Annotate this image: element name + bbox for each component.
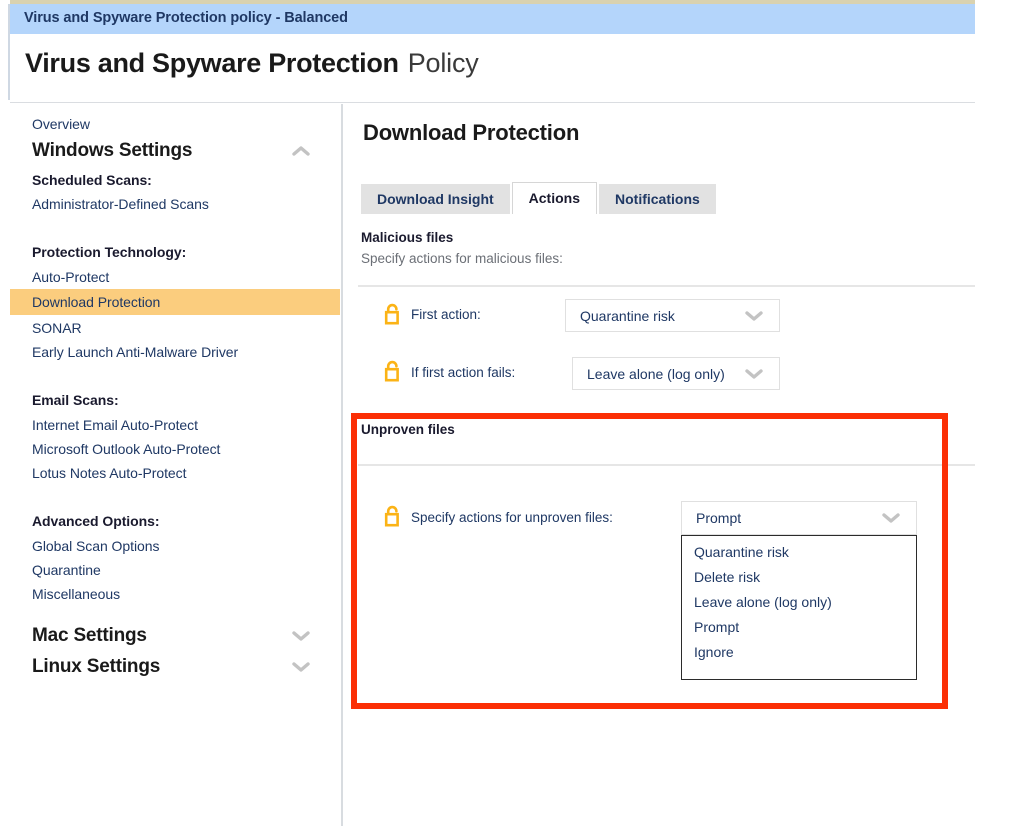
sidebar-group-scheduled-scans: Scheduled Scans: [10, 168, 340, 192]
sidebar-item-internet-email-auto-protect[interactable]: Internet Email Auto-Protect [10, 413, 340, 437]
chevron-down-icon[interactable] [290, 660, 312, 674]
sidebar-group-email-scans: Email Scans: [10, 388, 340, 412]
malicious-section-rule [358, 285, 975, 287]
policy-editor-window: Virus and Spyware Protection policy - Ba… [0, 0, 1016, 840]
sidebar-item-label: Miscellaneous [32, 586, 120, 602]
sidebar-item-miscellaneous[interactable]: Miscellaneous [10, 582, 340, 606]
unproven-action-label: Specify actions for unproven files: [411, 510, 613, 525]
page-title-secondary: Policy [408, 48, 479, 78]
sidebar-group-label: Advanced Options: [32, 513, 160, 529]
unproven-action-option-list[interactable]: Quarantine risk Delete risk Leave alone … [681, 535, 917, 680]
option-item[interactable]: Ignore [682, 640, 916, 665]
page-title: Virus and Spyware Protection Policy [25, 48, 479, 79]
sidebar-section-label: Linux Settings [32, 656, 160, 678]
first-action-dropdown[interactable]: Quarantine risk [565, 299, 780, 332]
sidebar-section-label: Mac Settings [32, 625, 147, 647]
unlocked-padlock-icon [383, 505, 403, 527]
sidebar-group-advanced-options: Advanced Options: [10, 509, 340, 533]
sidebar-item-download-protection[interactable]: Download Protection [10, 289, 340, 315]
unproven-section-rule [358, 464, 975, 466]
sidebar-section-windows-settings[interactable]: Windows Settings [10, 136, 340, 166]
unlocked-padlock-icon [383, 303, 403, 325]
sidebar-item-microsoft-outlook-auto-protect[interactable]: Microsoft Outlook Auto-Protect [10, 437, 340, 461]
option-item[interactable]: Delete risk [682, 565, 916, 590]
sidebar-item-label: Global Scan Options [32, 538, 159, 554]
sidebar-item-label: Lotus Notes Auto-Protect [32, 465, 186, 481]
first-action-label: First action: [411, 307, 481, 322]
option-item[interactable]: Quarantine risk [682, 540, 916, 565]
sidebar-item-lotus-notes-auto-protect[interactable]: Lotus Notes Auto-Protect [10, 461, 340, 485]
sidebar-item-label: Microsoft Outlook Auto-Protect [32, 441, 220, 457]
first-action-value: Quarantine risk [580, 308, 743, 324]
sidebar-item-overview[interactable]: Overview [10, 112, 340, 136]
tab-bar: Download Insight Actions Notifications [361, 182, 718, 214]
fallback-action-value: Leave alone (log only) [587, 366, 743, 382]
sidebar-item-label: Administrator-Defined Scans [32, 196, 209, 212]
sidebar-item-label: Auto-Protect [32, 269, 109, 285]
sidebar-group-label: Scheduled Scans: [32, 172, 152, 188]
chevron-down-icon[interactable] [743, 367, 765, 381]
header-divider [10, 102, 975, 103]
sidebar-group-label: Protection Technology: [32, 244, 186, 260]
option-item[interactable]: Leave alone (log only) [682, 590, 916, 615]
sidebar-item-label: Overview [32, 116, 90, 132]
sidebar-item-administrator-defined-scans[interactable]: Administrator-Defined Scans [10, 192, 340, 216]
unproven-files-heading: Unproven files [361, 422, 455, 437]
option-item[interactable]: Prompt [682, 615, 916, 640]
malicious-files-heading: Malicious files [361, 230, 453, 245]
policy-title-bar: Virus and Spyware Protection policy - Ba… [10, 4, 975, 34]
tab-actions[interactable]: Actions [512, 182, 597, 214]
chevron-down-icon[interactable] [290, 629, 312, 643]
sidebar-item-quarantine[interactable]: Quarantine [10, 558, 340, 582]
sidebar-item-label: Early Launch Anti-Malware Driver [32, 344, 238, 360]
sidebar-section-label: Windows Settings [32, 140, 192, 162]
sidebar-item-early-launch-anti-malware-driver[interactable]: Early Launch Anti-Malware Driver [10, 340, 340, 364]
sidebar-group-label: Email Scans: [32, 392, 119, 408]
sidebar-section-linux-settings[interactable]: Linux Settings [10, 652, 340, 682]
fallback-action-label: If first action fails: [411, 365, 515, 380]
sidebar-item-auto-protect[interactable]: Auto-Protect [10, 265, 340, 289]
fallback-action-dropdown[interactable]: Leave alone (log only) [572, 357, 780, 390]
sidebar-section-mac-settings[interactable]: Mac Settings [10, 621, 340, 651]
chevron-up-icon[interactable] [290, 144, 312, 158]
sidebar-item-label: Internet Email Auto-Protect [32, 417, 198, 433]
sidebar-item-label: Quarantine [32, 562, 101, 578]
main-content-panel: Download Protection Download Insight Act… [343, 104, 975, 826]
malicious-files-subtext: Specify actions for malicious files: [361, 251, 563, 266]
tab-notifications[interactable]: Notifications [599, 184, 716, 214]
chevron-down-icon[interactable] [880, 511, 902, 525]
unproven-action-value: Prompt [696, 510, 880, 526]
page-header: Virus and Spyware Protection Policy [10, 34, 975, 103]
chevron-down-icon[interactable] [743, 309, 765, 323]
sidebar-item-global-scan-options[interactable]: Global Scan Options [10, 534, 340, 558]
tab-download-insight[interactable]: Download Insight [361, 184, 510, 214]
sidebar-group-protection-technology: Protection Technology: [10, 240, 340, 264]
sidebar-item-label: Download Protection [32, 294, 160, 310]
sidebar-item-label: SONAR [32, 320, 82, 336]
policy-title-bar-label: Virus and Spyware Protection policy - Ba… [24, 10, 348, 26]
page-title-primary: Virus and Spyware Protection [25, 48, 399, 78]
sidebar-item-sonar[interactable]: SONAR [10, 316, 340, 340]
sidebar: Overview Windows Settings Scheduled Scan… [10, 104, 340, 826]
unproven-action-dropdown[interactable]: Prompt [681, 501, 917, 535]
unlocked-padlock-icon [383, 360, 403, 382]
section-title: Download Protection [363, 120, 579, 146]
